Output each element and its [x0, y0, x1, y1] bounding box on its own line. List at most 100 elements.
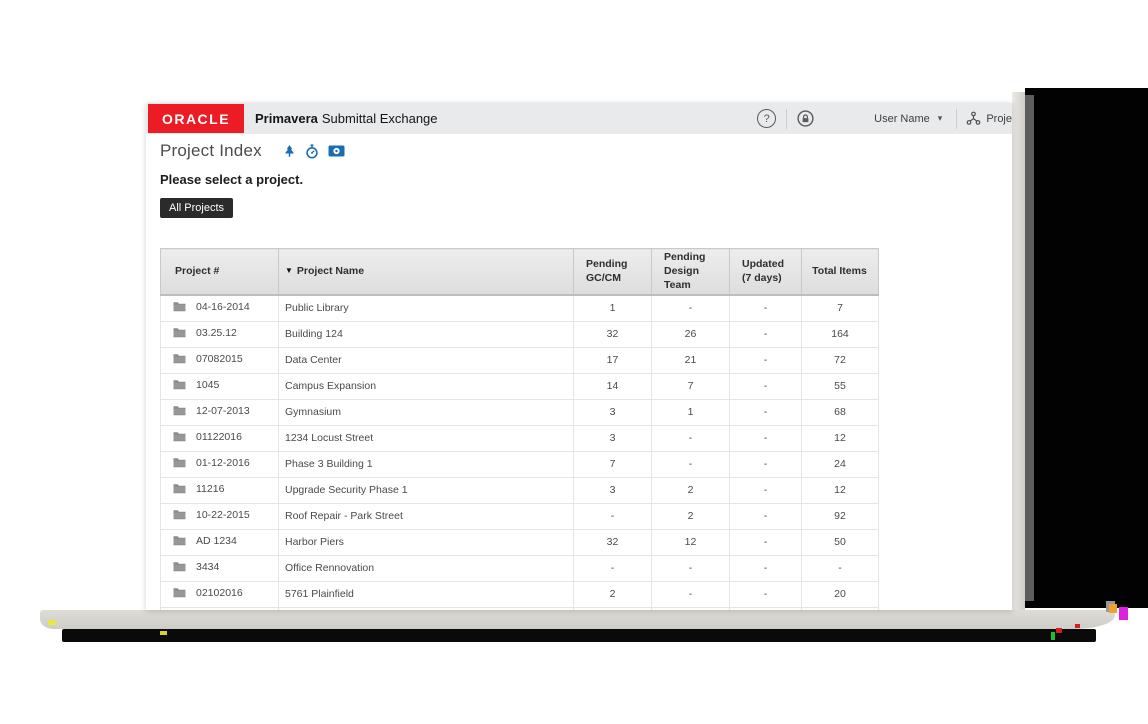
project-name: 1234 Locust Street [285, 432, 373, 444]
project-number: 04-16-2014 [196, 301, 250, 313]
table-row[interactable]: 011220161234 Locust Street3--12 [161, 425, 879, 451]
column-header-pending-design-team[interactable]: Pending Design Team [652, 249, 730, 295]
table-row[interactable]: 021016Miscellaneous Upgrades 124th Stree… [161, 607, 879, 610]
sort-descending-icon: ▼ [285, 266, 293, 275]
pine-tree-icon[interactable] [283, 144, 296, 159]
table-row[interactable]: 1045Campus Expansion147-55 [161, 373, 879, 399]
user-menu[interactable]: User Name [874, 113, 930, 125]
project-name-cell: Gymnasium [279, 399, 574, 425]
column-header-project-number[interactable]: Project # [161, 249, 279, 295]
column-header-total-items[interactable]: Total Items [802, 249, 879, 295]
project-number: 12-07-2013 [196, 405, 250, 417]
folder-icon [173, 405, 186, 419]
project-number-cell: 04-16-2014 [161, 295, 279, 322]
project-number: 3434 [196, 561, 219, 573]
header-divider [786, 109, 787, 129]
table-row[interactable]: 3434Office Rennovation---- [161, 555, 879, 581]
total-items-cell: 164 [802, 321, 879, 347]
project-number-cell: 01-12-2016 [161, 451, 279, 477]
banknote-icon[interactable] [328, 145, 345, 157]
project-number: 1045 [196, 379, 219, 391]
project-name: 5761 Plainfield [285, 588, 354, 600]
project-number: 11216 [196, 483, 224, 495]
pending-gccm-cell: 7 [574, 451, 652, 477]
pending-design-cell: 12 [652, 529, 730, 555]
total-items-cell: - [802, 607, 879, 610]
projects-link[interactable]: Proje [986, 113, 1012, 125]
header-divider [956, 109, 957, 129]
project-number: 07082015 [196, 353, 243, 365]
app-header-bar: ORACLE PrimaveraSubmittal Exchange ? Use… [146, 103, 1012, 134]
pending-gccm-cell: 32 [574, 321, 652, 347]
projects-hierarchy-icon[interactable] [966, 111, 981, 126]
artifact-speck [1051, 632, 1055, 640]
project-number-cell: 07082015 [161, 347, 279, 373]
total-items-cell: 72 [802, 347, 879, 373]
window-shadow [1012, 92, 1025, 610]
artifact-speck [48, 620, 56, 625]
project-number-cell: 03.25.12 [161, 321, 279, 347]
folder-icon [173, 379, 186, 393]
pending-design-cell: 7 [652, 373, 730, 399]
project-table-rows: 04-16-2014Public Library1--703.25.12Buil… [161, 295, 879, 610]
table-row[interactable]: AD 1234Harbor Piers3212-50 [161, 529, 879, 555]
updated-cell: - [730, 451, 802, 477]
project-number-cell: 021016 [161, 607, 279, 610]
updated-cell: - [730, 555, 802, 581]
folder-icon [173, 457, 186, 471]
stopwatch-icon[interactable] [305, 144, 319, 159]
column-header-project-name[interactable]: ▼ Project Name [279, 249, 574, 295]
project-number-cell: 01122016 [161, 425, 279, 451]
project-number-cell: AD 1234 [161, 529, 279, 555]
project-number-cell: 10-22-2015 [161, 503, 279, 529]
table-header: Project # ▼ Project Name Pending GC/CM Pe… [161, 249, 879, 295]
project-name-cell: 5761 Plainfield [279, 581, 574, 607]
updated-cell: - [730, 581, 802, 607]
folder-icon [173, 509, 186, 523]
column-header-pending-gccm[interactable]: Pending GC/CM [574, 249, 652, 295]
pending-design-cell: 26 [652, 321, 730, 347]
total-items-cell: 68 [802, 399, 879, 425]
lock-icon[interactable] [797, 110, 814, 127]
pending-gccm-cell: - [574, 555, 652, 581]
table-row[interactable]: 10-22-2015Roof Repair - Park Street-2-92 [161, 503, 879, 529]
total-items-cell: 12 [802, 477, 879, 503]
title-row: Project Index [160, 141, 1012, 161]
pending-gccm-cell: 3 [574, 477, 652, 503]
column-header-project-name-label: Project Name [297, 265, 364, 277]
pending-gccm-cell: 1 [574, 295, 652, 322]
updated-cell: - [730, 425, 802, 451]
help-icon[interactable]: ? [757, 109, 776, 128]
pending-design-cell: - [652, 555, 730, 581]
table-row[interactable]: 07082015Data Center1721-72 [161, 347, 879, 373]
pending-design-cell: 2 [652, 477, 730, 503]
header-right-controls: ? User Name ▾ [757, 103, 1012, 134]
folder-icon [173, 561, 186, 575]
updated-cell: - [730, 477, 802, 503]
table-row[interactable]: 11216Upgrade Security Phase 132-12 [161, 477, 879, 503]
app-window: ORACLE PrimaveraSubmittal Exchange ? Use… [146, 103, 1012, 610]
total-items-cell: 20 [802, 581, 879, 607]
total-items-cell: 92 [802, 503, 879, 529]
artifact-speck [1075, 624, 1080, 628]
project-name: Building 124 [285, 328, 343, 340]
column-header-updated-7-days[interactable]: Updated (7 days) [730, 249, 802, 295]
project-name: Phase 3 Building 1 [285, 458, 373, 470]
table-row[interactable]: 04-16-2014Public Library1--7 [161, 295, 879, 322]
table-row[interactable]: 03.25.12Building 1243226-164 [161, 321, 879, 347]
project-name: Data Center [285, 354, 342, 366]
pending-gccm-cell: 2 [574, 581, 652, 607]
updated-cell: - [730, 295, 802, 322]
table-row[interactable]: 01-12-2016Phase 3 Building 17--24 [161, 451, 879, 477]
folder-icon [173, 535, 186, 549]
pending-gccm-cell: 3 [574, 399, 652, 425]
pending-gccm-cell: - [574, 503, 652, 529]
project-name: Public Library [285, 302, 349, 314]
project-number: 02102016 [196, 587, 243, 599]
project-name: Roof Repair - Park Street [285, 510, 403, 522]
table-row[interactable]: 02102016 5761 Plainfield 2 --20 [161, 581, 879, 607]
all-projects-button[interactable]: All Projects [160, 198, 233, 218]
artifact-speck [1056, 628, 1062, 633]
table-row[interactable]: 12-07-2013Gymnasium31-68 [161, 399, 879, 425]
chevron-down-icon[interactable]: ▾ [938, 113, 943, 124]
